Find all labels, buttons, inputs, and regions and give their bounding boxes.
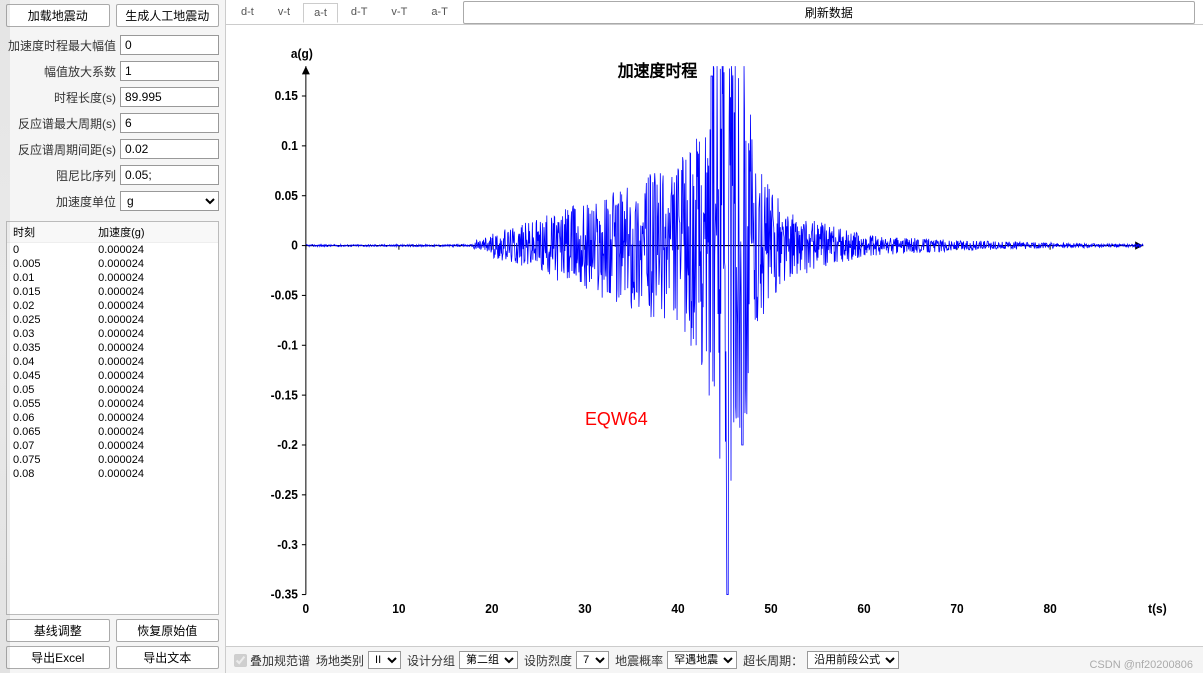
unit-label: 加速度单位 bbox=[6, 193, 116, 210]
group-label: 设计分组 bbox=[407, 652, 455, 669]
svg-text:a(g): a(g) bbox=[291, 47, 313, 61]
param-label: 加速度时程最大幅值 bbox=[6, 37, 116, 54]
table-row[interactable]: 0.040.000024 bbox=[7, 355, 218, 369]
svg-text:0.1: 0.1 bbox=[281, 139, 298, 153]
tab-a-t[interactable]: a-t bbox=[303, 3, 338, 23]
site-label: 场地类别 bbox=[316, 652, 364, 669]
unit-select[interactable]: g bbox=[120, 191, 219, 211]
prob-select[interactable]: 罕遇地震 bbox=[667, 651, 737, 669]
max-amplitude-input[interactable] bbox=[120, 35, 219, 55]
svg-text:-0.05: -0.05 bbox=[271, 288, 298, 302]
intensity-label: 设防烈度 bbox=[524, 652, 572, 669]
site-select[interactable]: II bbox=[368, 651, 401, 669]
svg-text:0: 0 bbox=[291, 238, 298, 252]
svg-text:70: 70 bbox=[950, 602, 964, 616]
damping-input[interactable] bbox=[120, 165, 219, 185]
tab-d-t[interactable]: d-t bbox=[230, 2, 265, 22]
table-row[interactable]: 0.0550.000024 bbox=[7, 397, 218, 411]
table-row[interactable]: 0.020.000024 bbox=[7, 299, 218, 313]
svg-text:-0.2: -0.2 bbox=[277, 438, 298, 452]
time-history-table[interactable]: 时刻 加速度(g) 00.0000240.0050.0000240.010.00… bbox=[6, 221, 219, 615]
acceleration-chart: -0.35 -0.3 -0.25 -0.2 -0.15 -0.1 -0.05 0 0.05 0.1… bbox=[266, 35, 1183, 636]
svg-text:60: 60 bbox=[857, 602, 871, 616]
table-row[interactable]: 0.030.000024 bbox=[7, 327, 218, 341]
svg-text:0.15: 0.15 bbox=[275, 89, 298, 103]
param-label: 反应谱周期间距(s) bbox=[6, 141, 116, 158]
chart-tabs: d-tv-ta-td-Tv-Ta-T bbox=[226, 0, 463, 24]
col-accel: 加速度(g) bbox=[92, 222, 218, 243]
table-row[interactable]: 0.0650.000024 bbox=[7, 425, 218, 439]
svg-text:-0.25: -0.25 bbox=[271, 488, 298, 502]
scale-factor-input[interactable] bbox=[120, 61, 219, 81]
table-row[interactable]: 0.080.000024 bbox=[7, 467, 218, 481]
long-period-select[interactable]: 沿用前段公式 bbox=[807, 651, 899, 669]
param-label: 时程长度(s) bbox=[6, 89, 116, 106]
table-row[interactable]: 0.010.000024 bbox=[7, 271, 218, 285]
generate-seismic-button[interactable]: 生成人工地震动 bbox=[116, 4, 220, 27]
svg-text:50: 50 bbox=[764, 602, 778, 616]
table-row[interactable]: 0.0250.000024 bbox=[7, 313, 218, 327]
chart-area: -0.35 -0.3 -0.25 -0.2 -0.15 -0.1 -0.05 0 0.05 0.1… bbox=[226, 25, 1203, 646]
col-time: 时刻 bbox=[7, 222, 92, 243]
load-seismic-button[interactable]: 加载地震动 bbox=[6, 4, 110, 27]
period-step-input[interactable] bbox=[120, 139, 219, 159]
prob-label: 地震概率 bbox=[615, 652, 663, 669]
svg-text:-0.35: -0.35 bbox=[271, 587, 298, 601]
duration-input[interactable] bbox=[120, 87, 219, 107]
restore-button[interactable]: 恢复原始值 bbox=[116, 619, 220, 642]
svg-text:40: 40 bbox=[671, 602, 685, 616]
table-row[interactable]: 0.050.000024 bbox=[7, 383, 218, 397]
svg-text:-0.3: -0.3 bbox=[277, 538, 298, 552]
svg-text:EQW64: EQW64 bbox=[585, 408, 648, 429]
param-label: 幅值放大系数 bbox=[6, 63, 116, 80]
svg-text:0.05: 0.05 bbox=[275, 189, 298, 203]
param-label: 反应谱最大周期(s) bbox=[6, 115, 116, 132]
svg-text:80: 80 bbox=[1043, 602, 1057, 616]
baseline-button[interactable]: 基线调整 bbox=[6, 619, 110, 642]
tab-d-T[interactable]: d-T bbox=[340, 2, 379, 22]
overlay-label: 叠加规范谱 bbox=[250, 652, 310, 669]
svg-text:-0.1: -0.1 bbox=[277, 338, 298, 352]
table-row[interactable]: 0.0350.000024 bbox=[7, 341, 218, 355]
table-row[interactable]: 0.0050.000024 bbox=[7, 257, 218, 271]
svg-text:加速度时程: 加速度时程 bbox=[617, 61, 698, 80]
table-row[interactable]: 0.060.000024 bbox=[7, 411, 218, 425]
sidebar-panel: 加载地震动 生成人工地震动 加速度时程最大幅值 幅值放大系数 时程长度(s) 反… bbox=[0, 0, 226, 673]
export-excel-button[interactable]: 导出Excel bbox=[6, 646, 110, 669]
table-row[interactable]: 00.000024 bbox=[7, 243, 218, 258]
svg-text:30: 30 bbox=[578, 602, 592, 616]
svg-text:t(s): t(s) bbox=[1148, 602, 1167, 616]
table-row[interactable]: 0.070.000024 bbox=[7, 439, 218, 453]
refresh-button[interactable]: 刷新数据 bbox=[463, 1, 1195, 24]
svg-text:-0.15: -0.15 bbox=[271, 388, 298, 402]
group-select[interactable]: 第二组 bbox=[459, 651, 518, 669]
svg-text:10: 10 bbox=[392, 602, 406, 616]
spectrum-options-bar: 叠加规范谱 场地类别 II 设计分组 第二组 设防烈度 7 地震概率 罕遇地震 … bbox=[226, 646, 1203, 673]
intensity-select[interactable]: 7 bbox=[576, 651, 609, 669]
max-period-input[interactable] bbox=[120, 113, 219, 133]
table-row[interactable]: 0.0750.000024 bbox=[7, 453, 218, 467]
export-text-button[interactable]: 导出文本 bbox=[116, 646, 220, 669]
table-row[interactable]: 0.0450.000024 bbox=[7, 369, 218, 383]
tab-a-T[interactable]: a-T bbox=[420, 2, 459, 22]
tab-v-T[interactable]: v-T bbox=[380, 2, 418, 22]
table-row[interactable]: 0.0150.000024 bbox=[7, 285, 218, 299]
svg-text:0: 0 bbox=[303, 602, 310, 616]
svg-text:20: 20 bbox=[485, 602, 499, 616]
main-panel: d-tv-ta-td-Tv-Ta-T 刷新数据 -0.35-0.3-0.25-0… bbox=[226, 0, 1203, 673]
long-period-label: 超长周期： bbox=[743, 652, 803, 669]
tab-v-t[interactable]: v-t bbox=[267, 2, 301, 22]
param-label: 阻尼比序列 bbox=[6, 167, 116, 184]
overlay-spectrum-checkbox[interactable] bbox=[234, 654, 247, 667]
